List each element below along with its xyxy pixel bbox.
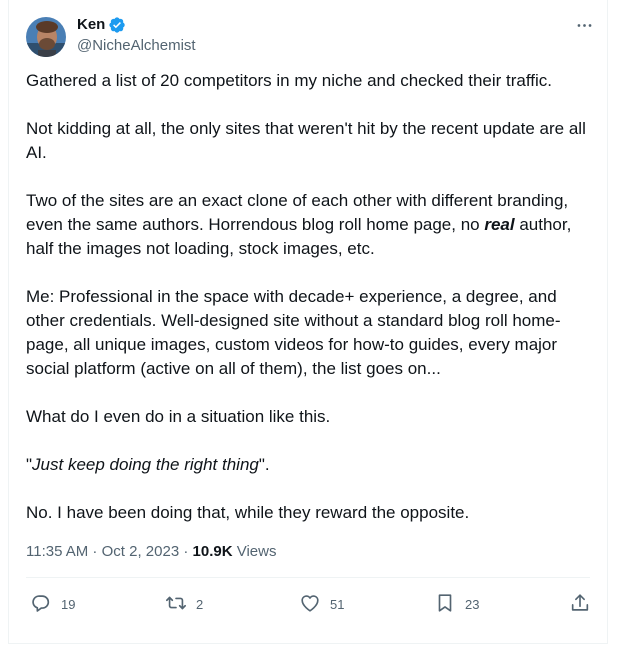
post-meta: 11:35 AM · Oct 2, 2023 · 10.9K Views xyxy=(26,542,276,562)
post-date[interactable]: Oct 2, 2023 xyxy=(102,543,180,560)
author-name-row[interactable]: Ken xyxy=(77,15,126,35)
meta-separator-2: · xyxy=(179,543,193,560)
reply-button[interactable]: 19 xyxy=(30,590,75,618)
post-text: Gathered a list of 20 competitors in my … xyxy=(26,69,592,525)
repost-icon xyxy=(165,592,187,617)
share-icon xyxy=(569,592,591,617)
reply-icon xyxy=(30,592,52,617)
like-icon xyxy=(299,592,321,617)
author-name[interactable]: Ken xyxy=(77,15,105,35)
post-paragraph-4: Me: Professional in the space with decad… xyxy=(26,287,561,378)
more-icon[interactable] xyxy=(573,14,595,36)
views-label: Views xyxy=(232,543,277,560)
post-paragraph-2: Not kidding at all, the only sites that … xyxy=(26,119,586,162)
reply-count: 19 xyxy=(61,596,76,612)
emphasis-real: real xyxy=(484,215,515,234)
views-count: 10.9K xyxy=(192,543,233,560)
bookmark-icon xyxy=(434,592,456,617)
action-bar: 19 2 51 23 xyxy=(26,590,590,618)
quote-close-mark: ". xyxy=(258,455,270,474)
repost-count: 2 xyxy=(196,596,204,612)
post-paragraph-3: Two of the sites are an exact clone of e… xyxy=(26,189,592,261)
post-paragraph-5: What do I even do in a situation like th… xyxy=(26,407,331,426)
quoted-advice: Just keep doing the right thing xyxy=(32,455,259,474)
verified-badge-icon xyxy=(108,16,126,34)
repost-button[interactable]: 2 xyxy=(165,590,203,618)
post-paragraph-7: No. I have been doing that, while they r… xyxy=(26,503,470,522)
post-time[interactable]: 11:35 AM xyxy=(26,543,88,560)
avatar[interactable] xyxy=(26,17,66,57)
like-count: 51 xyxy=(330,596,345,612)
author-handle[interactable]: @NicheAlchemist xyxy=(77,36,196,56)
share-button[interactable] xyxy=(569,590,591,618)
bookmark-count: 23 xyxy=(465,596,480,612)
post-paragraph-1: Gathered a list of 20 competitors in my … xyxy=(26,71,553,90)
bookmark-button[interactable]: 23 xyxy=(434,590,479,618)
post-card: Ken @NicheAlchemist Gathered a list of 2… xyxy=(8,0,608,644)
divider xyxy=(26,577,590,578)
post-paragraph-6: "Just keep doing the right thing". xyxy=(26,453,592,477)
meta-separator: · xyxy=(88,543,102,560)
like-button[interactable]: 51 xyxy=(299,590,344,618)
